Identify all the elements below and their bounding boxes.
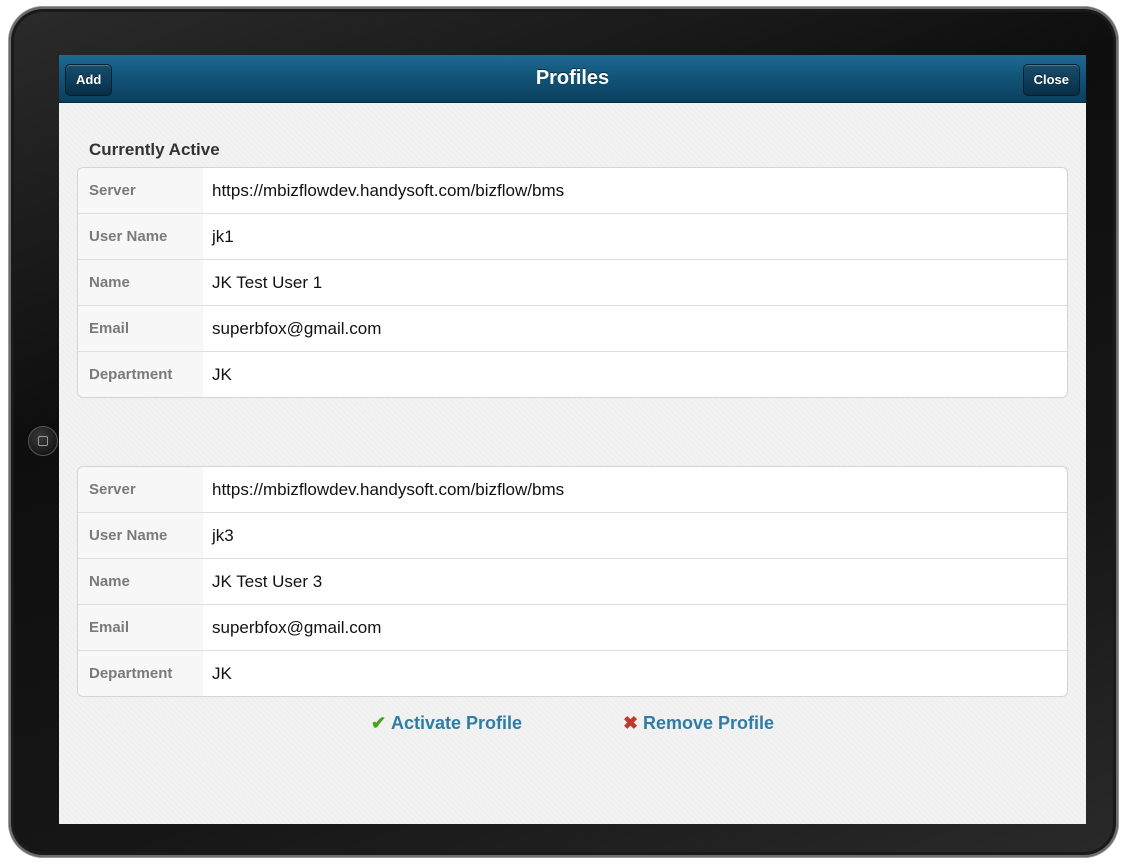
row-label: User Name	[78, 513, 203, 558]
row-value: jk1	[212, 227, 234, 246]
department-row: Department JK	[78, 650, 1067, 696]
row-value: https://mbizflowdev.handysoft.com/bizflo…	[212, 181, 565, 200]
row-label: User Name	[78, 214, 203, 259]
row-value: https://mbizflowdev.handysoft.com/bizflo…	[212, 480, 565, 499]
server-row: Server https://mbizflowdev.handysoft.com…	[78, 168, 1067, 213]
checkmark-icon: ✔	[371, 713, 387, 733]
email-row: Email superbfox@gmail.com	[78, 604, 1067, 650]
row-value: superbfox@gmail.com	[212, 319, 382, 338]
row-label: Department	[78, 651, 203, 696]
currently-active-heading: Currently Active	[89, 140, 220, 159]
profile-table[interactable]: Server https://mbizflowdev.handysoft.com…	[77, 466, 1068, 697]
row-value: JK	[212, 664, 232, 683]
activate-profile-label: Activate Profile	[391, 713, 523, 733]
user-name-row: User Name jk3	[78, 512, 1067, 558]
home-button[interactable]	[28, 426, 58, 456]
row-value: jk3	[212, 526, 234, 545]
row-label: Department	[78, 352, 203, 397]
x-icon: ✖	[623, 713, 639, 733]
name-row: Name JK Test User 1	[78, 259, 1067, 305]
row-label: Name	[78, 559, 203, 604]
activate-profile-button[interactable]: ✔ Activate Profile	[371, 711, 522, 735]
department-row: Department JK	[78, 351, 1067, 397]
row-label: Server	[78, 168, 203, 213]
row-value: JK	[212, 365, 232, 384]
server-row: Server https://mbizflowdev.handysoft.com…	[78, 467, 1067, 512]
row-label: Name	[78, 260, 203, 305]
close-button[interactable]: Close	[1022, 64, 1080, 96]
row-label: Email	[78, 605, 203, 650]
remove-profile-label: Remove Profile	[643, 713, 775, 733]
row-label: Server	[78, 467, 203, 512]
page-title: Profiles	[535, 67, 610, 89]
row-value: JK Test User 3	[212, 572, 323, 591]
row-value: JK Test User 1	[212, 273, 323, 292]
user-name-row: User Name jk1	[78, 213, 1067, 259]
active-profile-table[interactable]: Server https://mbizflowdev.handysoft.com…	[77, 167, 1068, 398]
tablet-frame: Profiles Add Close Currently Active Serv…	[9, 7, 1118, 857]
screen: Profiles Add Close Currently Active Serv…	[59, 55, 1086, 824]
navigation-bar: Profiles Add Close	[59, 55, 1086, 103]
email-row: Email superbfox@gmail.com	[78, 305, 1067, 351]
row-label: Email	[78, 306, 203, 351]
add-button[interactable]: Add	[65, 64, 113, 96]
name-row: Name JK Test User 3	[78, 558, 1067, 604]
row-value: superbfox@gmail.com	[212, 618, 382, 637]
remove-profile-button[interactable]: ✖ Remove Profile	[623, 711, 774, 735]
